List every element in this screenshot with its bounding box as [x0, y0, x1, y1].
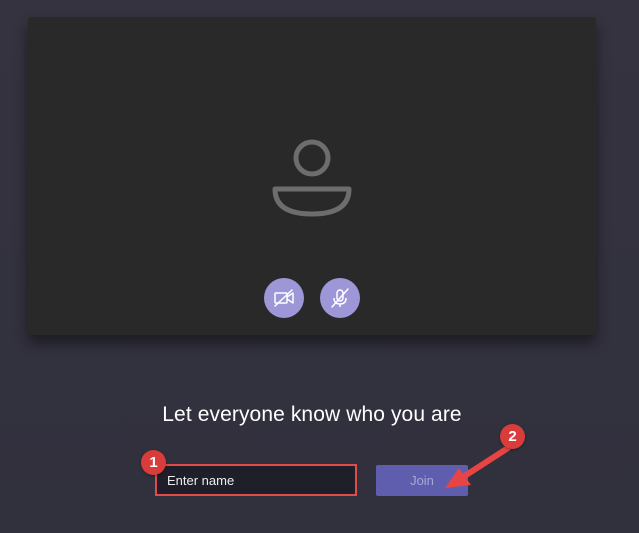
annotation-badge-1: 1 [141, 450, 166, 475]
video-preview [28, 17, 596, 335]
media-controls [264, 278, 360, 318]
microphone-off-icon [331, 288, 349, 308]
join-prompt: Let everyone know who you are [162, 403, 462, 426]
person-avatar-icon [272, 139, 352, 217]
meeting-prejoin-screen: Let everyone know who you are Join 1 2 [0, 0, 639, 533]
microphone-toggle-button[interactable] [320, 278, 360, 318]
camera-off-icon [274, 289, 294, 307]
name-input[interactable] [155, 464, 357, 496]
annotation-badge-2: 2 [500, 424, 525, 449]
camera-toggle-button[interactable] [264, 278, 304, 318]
